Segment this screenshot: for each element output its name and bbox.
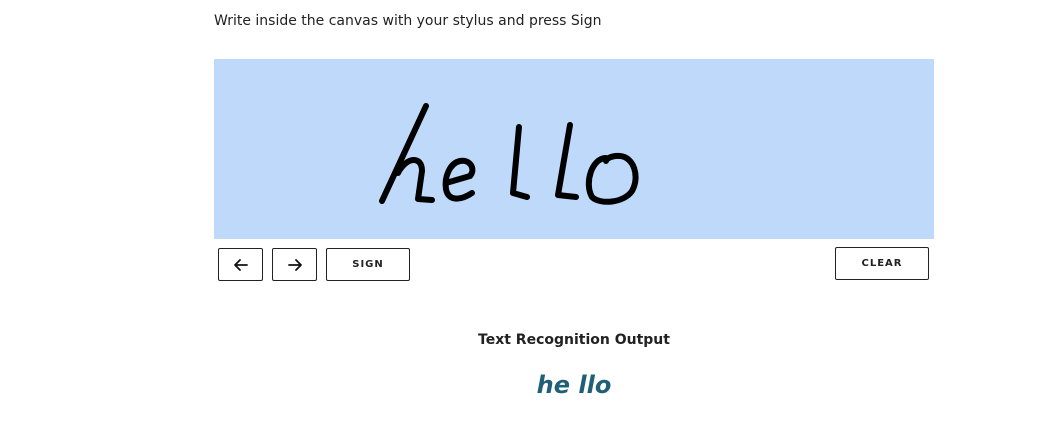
handwriting-canvas[interactable] xyxy=(214,59,934,239)
arrow-right-icon xyxy=(287,258,302,271)
recognized-text: he llo xyxy=(536,371,612,399)
sign-button[interactable]: SIGN xyxy=(326,248,410,281)
handwriting-strokes xyxy=(379,103,639,205)
next-button[interactable] xyxy=(272,248,317,281)
stroke-h-arch xyxy=(395,157,435,203)
stroke-l2 xyxy=(555,122,579,200)
instructions-text: Write inside the canvas with your stylus… xyxy=(214,13,602,29)
arrow-left-icon xyxy=(233,258,248,271)
stroke-l1 xyxy=(510,124,530,200)
stroke-o xyxy=(585,152,639,205)
stroke-e xyxy=(442,157,476,202)
clear-button[interactable]: CLEAR xyxy=(835,247,929,280)
output-title: Text Recognition Output xyxy=(478,332,670,348)
previous-button[interactable] xyxy=(218,248,263,281)
